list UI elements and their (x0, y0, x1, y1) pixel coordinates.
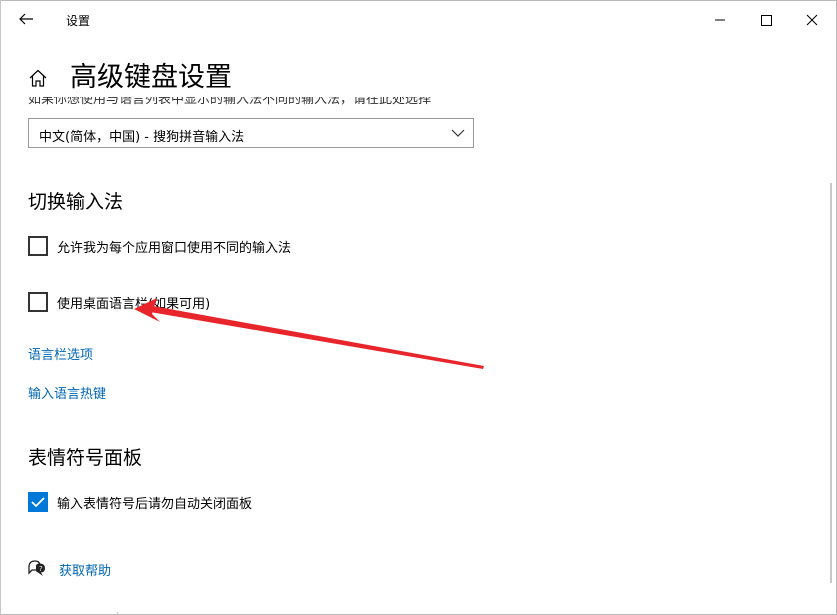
language-bar-options-link[interactable]: 语言栏选项 (28, 344, 93, 363)
settings-window: 设置 高级键盘设置 如果你想使用与语言列表中显示的输入法不同的输入法，请在此处选… (0, 0, 837, 615)
back-arrow-icon (19, 13, 33, 25)
left-edge (0, 0, 1, 615)
chevron-down-icon (451, 129, 465, 137)
minimize-button[interactable] (697, 1, 743, 39)
desktop-language-bar-checkbox[interactable] (28, 292, 48, 312)
svg-text:?: ? (39, 565, 43, 573)
dropdown-selected-value: 中文(简体，中国) - 搜狗拼音输入法 (39, 130, 245, 145)
back-button[interactable] (11, 5, 43, 33)
get-help-label: 获取帮助 (59, 564, 112, 579)
emoji-panel-section-title: 表情符号面板 (28, 447, 143, 469)
default-input-method-dropdown[interactable]: 中文(简体，中国) - 搜狗拼音输入法 (28, 118, 474, 148)
emoji-panel-checkbox[interactable] (28, 492, 48, 512)
checkmark-icon (31, 497, 45, 508)
home-button[interactable] (27, 67, 49, 89)
emoji-panel-label: 输入表情符号后请勿自动关闭面板 (57, 497, 253, 512)
input-language-hotkeys-link[interactable]: 输入语言热键 (28, 383, 106, 402)
app-title: 设置 (66, 14, 91, 28)
help-chat-icon: ? (28, 560, 45, 576)
page-title: 高级键盘设置 (70, 62, 232, 93)
scrollbar[interactable] (830, 183, 832, 583)
home-icon (29, 69, 47, 87)
clipped-description: 如果你想使用与语言列表中显示的输入法不同的输入法，请在此处选择 (28, 97, 488, 105)
maximize-icon (761, 15, 772, 26)
clipped-description-text: 如果你想使用与语言列表中显示的输入法不同的输入法，请在此处选择 (28, 97, 432, 105)
close-icon (806, 14, 818, 26)
per-app-input-label: 允许我为每个应用窗口使用不同的输入法 (57, 241, 292, 256)
switch-input-section-title: 切换输入法 (28, 191, 124, 213)
close-button[interactable] (789, 1, 835, 39)
desktop-language-bar-label: 使用桌面语言栏(如果可用) (57, 297, 211, 312)
title-bar: 设置 (1, 1, 836, 39)
per-app-input-checkbox[interactable] (28, 236, 48, 256)
maximize-button[interactable] (743, 1, 789, 39)
minimize-icon (715, 19, 725, 21)
